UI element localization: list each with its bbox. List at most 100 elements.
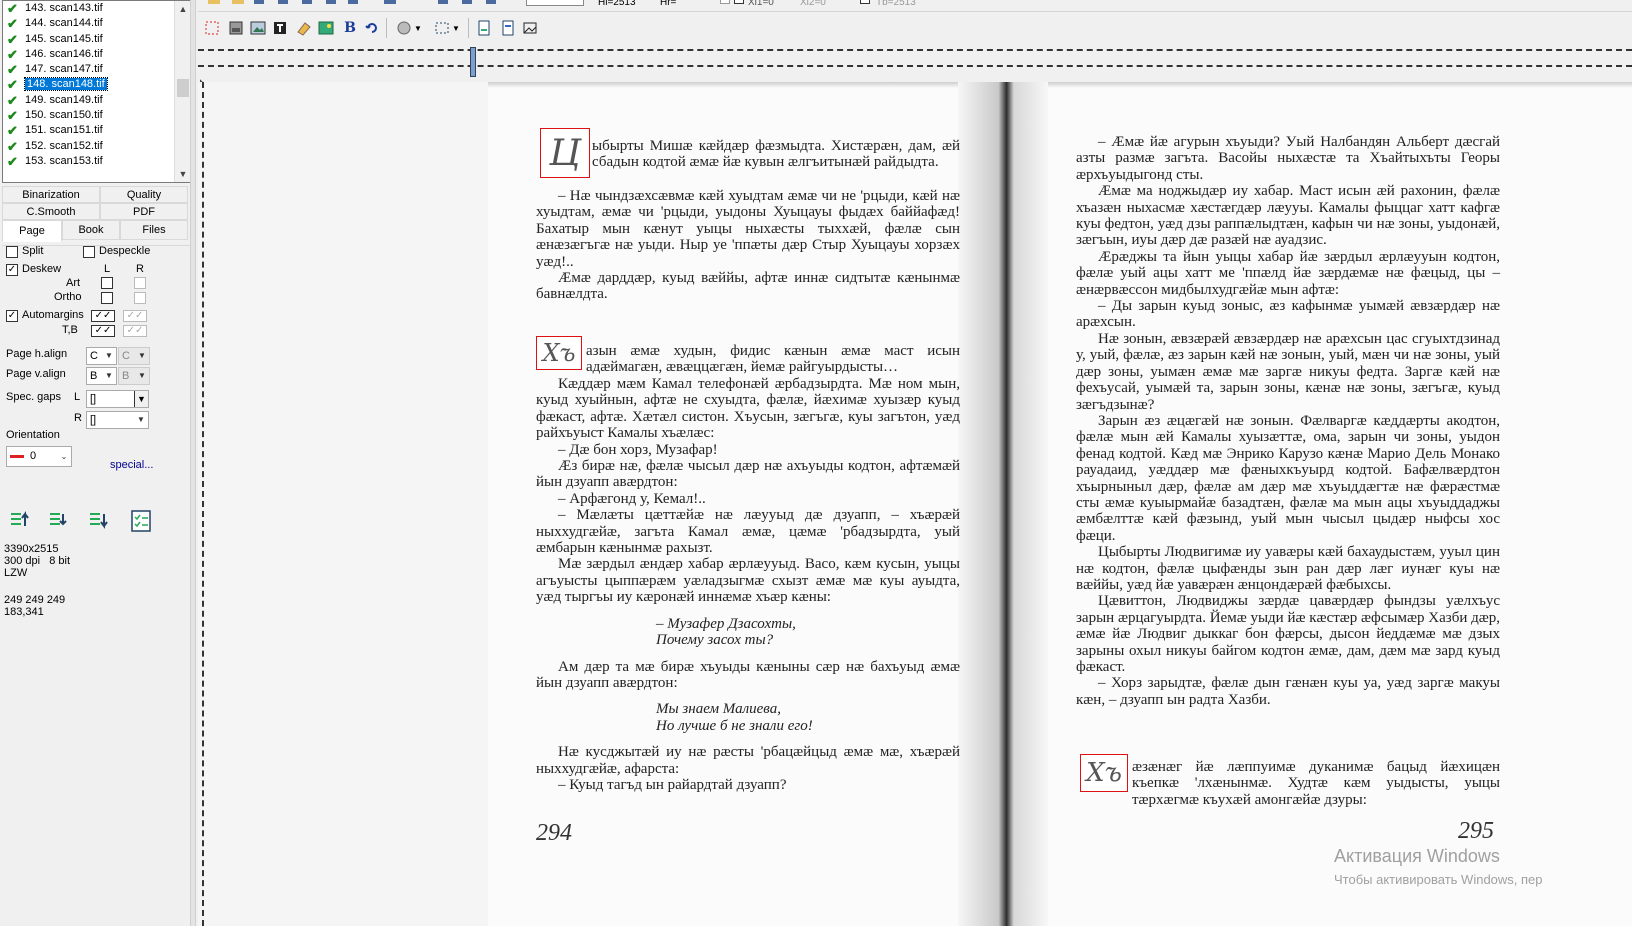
text-block-icon[interactable] — [270, 18, 290, 38]
save-as-icon[interactable] — [278, 0, 288, 4]
tab-quality[interactable]: Quality — [100, 186, 188, 203]
art-l-checkbox[interactable] — [101, 277, 113, 289]
landscape-icon[interactable] — [316, 18, 336, 38]
process-down-icon[interactable] — [87, 509, 111, 531]
file-list[interactable]: ✔ 143. scan143.tif ✔ 144. scan144.tif ✔ 145. … — [2, 0, 192, 183]
open-icon[interactable] — [232, 0, 244, 4]
left-panel: ✔ 143. scan143.tif ✔ 144. scan144.tif ✔ 145. … — [0, 0, 196, 926]
tab-files[interactable]: Files — [120, 220, 188, 240]
art-r-checkbox[interactable] — [134, 277, 146, 289]
file-list-scrollbar[interactable]: ▲ ▼ — [174, 1, 191, 182]
despeckle-checkbox[interactable] — [83, 246, 95, 258]
page-valign-select[interactable]: B ▼ — [86, 367, 117, 385]
image-gray-icon[interactable] — [226, 18, 246, 38]
special-link[interactable]: special... — [110, 459, 153, 471]
automargins-l-checkbox[interactable]: ✓✓ — [91, 310, 115, 322]
automargins-checkbox[interactable]: ✓ — [6, 310, 18, 322]
ortho-l-checkbox[interactable] — [101, 292, 113, 304]
print-icon[interactable] — [326, 0, 336, 4]
split-checkbox[interactable] — [6, 246, 18, 258]
page-prev-icon[interactable] — [474, 18, 494, 38]
select-region-icon[interactable] — [202, 18, 222, 38]
despeckle-label: Despeckle — [99, 245, 151, 257]
tb-checkbox[interactable] — [860, 0, 870, 4]
scroll-thumb[interactable] — [177, 79, 189, 97]
zoom-input[interactable] — [526, 0, 584, 6]
gap-r-select[interactable]: [] ▼ — [86, 411, 149, 429]
checklist-icon[interactable] — [130, 509, 152, 533]
tab-page[interactable]: Page — [2, 220, 62, 242]
tab-binarization[interactable]: Binarization — [2, 186, 100, 203]
chevron-down-icon: ⌄ — [60, 452, 68, 461]
ruler-handle[interactable] — [470, 47, 476, 77]
page-valign-r-select[interactable]: B ▼ — [118, 367, 150, 385]
file-name: 144. scan144.tif — [25, 17, 103, 30]
tb-l-checkbox[interactable]: ✓✓ — [91, 325, 115, 337]
panel-splitter[interactable] — [190, 0, 196, 926]
left-margin-guide[interactable] — [202, 82, 204, 926]
file-list-item[interactable]: ✔ 151. scan151.tif — [3, 123, 191, 138]
crop-icon[interactable] — [520, 18, 540, 38]
marquee-icon[interactable] — [432, 18, 452, 38]
folder-icon[interactable] — [208, 0, 220, 4]
page-halign-select[interactable]: C ▼ — [86, 347, 117, 365]
spec-gaps-label: Spec. gaps — [6, 391, 62, 403]
process-all-icon[interactable] — [47, 509, 71, 531]
image-viewer[interactable]: Ц ыбырты Мишæ кæйдæр фæзмыдта. Хистæрæн,… — [198, 82, 1632, 926]
tab-csmooth[interactable]: C.Smooth — [2, 203, 100, 220]
green-check-icon: ✔ — [7, 108, 18, 124]
file-list-item[interactable]: ✔ 152. scan152.tif — [3, 139, 191, 154]
process-up-icon[interactable] — [8, 509, 32, 531]
zoom-in-icon[interactable] — [438, 0, 448, 4]
file-list-item[interactable]: ✔ 147. scan147.tif — [3, 62, 191, 77]
gap-r-label: R — [74, 412, 82, 424]
file-list-item[interactable]: ✔ 143. scan143.tif — [3, 1, 191, 16]
export-icon[interactable] — [302, 0, 312, 4]
file-list-item[interactable]: ✔ 144. scan144.tif — [3, 16, 191, 31]
settings-icon[interactable] — [348, 0, 358, 4]
art-label: Art — [66, 277, 81, 289]
automargins-r-checkbox[interactable]: ✓✓ — [123, 310, 147, 322]
left-page-p3: Æмæ дарддæр, куыд вæййы, афтæ иннæ сидты… — [536, 270, 960, 303]
fit-icon[interactable] — [486, 0, 496, 4]
marquee-dropdown-icon[interactable]: ▼ — [450, 18, 462, 38]
tab-book[interactable]: Book — [62, 220, 120, 240]
dropcap-left-2[interactable]: Хъ — [536, 336, 582, 370]
scroll-up-icon[interactable]: ▲ — [175, 1, 191, 17]
xl-checkbox-2[interactable] — [734, 0, 744, 4]
file-list-item[interactable]: ✔ 148. scan148.tif — [3, 77, 191, 92]
file-list-item[interactable]: ✔ 153. scan153.tif — [3, 154, 191, 169]
ortho-r-checkbox[interactable] — [134, 292, 146, 304]
tab-pdf[interactable]: PDF — [100, 203, 188, 220]
file-list-item[interactable]: ✔ 145. scan145.tif — [3, 32, 191, 47]
picture-icon[interactable] — [248, 18, 268, 38]
xl-checkbox-1[interactable] — [720, 0, 730, 4]
circle-dropdown-icon[interactable]: ▼ — [412, 18, 424, 38]
dropcap-left-1[interactable]: Ц — [540, 128, 590, 178]
tb-r-checkbox[interactable]: ✓✓ — [123, 325, 147, 337]
orientation-select[interactable]: 0 ⌄ — [6, 446, 72, 467]
hl-value: Hl=2513 — [598, 0, 636, 8]
dropcap-right[interactable]: Хъ — [1080, 754, 1128, 792]
scroll-down-icon[interactable]: ▼ — [175, 166, 191, 182]
run-icon[interactable] — [384, 0, 396, 4]
deskew-checkbox[interactable]: ✓ — [6, 264, 18, 276]
gap-l-select[interactable]: [] ▼ — [86, 390, 149, 408]
left-page-p13: – Куыд тагъд ын райардтай дзуапп? — [558, 776, 787, 793]
file-list-item[interactable]: ✔ 150. scan150.tif — [3, 108, 191, 123]
horizontal-ruler[interactable]: ◣ — [198, 43, 1632, 87]
page-next-icon[interactable] — [498, 18, 518, 38]
file-name: 147. scan147.tif — [25, 63, 103, 76]
zoom-out-icon[interactable] — [462, 0, 472, 4]
chevron-down-icon: ▼ — [138, 371, 146, 380]
rotate-icon[interactable] — [362, 18, 382, 38]
file-name: 145. scan145.tif — [25, 32, 103, 45]
file-list-item[interactable]: ✔ 146. scan146.tif — [3, 47, 191, 62]
file-list-item[interactable]: ✔ 149. scan149.tif — [3, 93, 191, 108]
circle-tool-icon[interactable] — [394, 18, 414, 38]
bold-icon[interactable]: B — [340, 18, 360, 38]
eraser-icon[interactable] — [294, 18, 314, 38]
page-halign-r-select[interactable]: C ▼ — [118, 347, 150, 365]
green-check-icon: ✔ — [7, 153, 18, 169]
save-icon[interactable] — [254, 0, 264, 4]
